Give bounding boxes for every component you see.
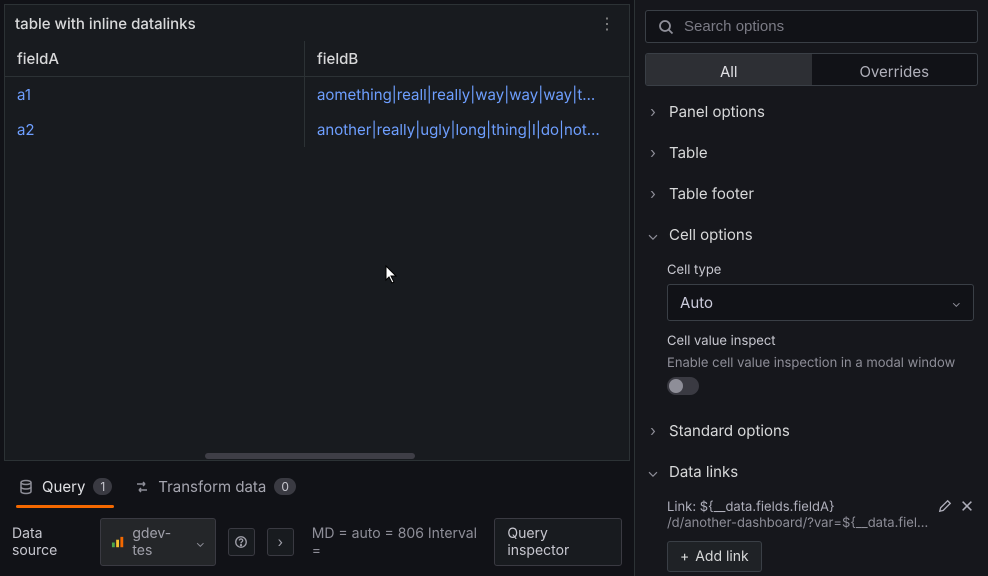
main-pane: table with inline datalinks ⋮ fieldA fie… [0,0,634,576]
help-button[interactable] [228,528,255,556]
chevron-right-icon: › [647,184,659,203]
add-link-label: Add link [695,548,748,565]
tab-transform-count: 0 [274,478,296,495]
tab-query[interactable]: Query 1 [16,471,114,506]
section-label: Standard options [669,421,790,440]
seg-all[interactable]: All [646,54,812,85]
chevron-right-icon: › [278,534,283,551]
seg-overrides[interactable]: Overrides [812,54,978,85]
cell-fieldA[interactable]: a2 [5,112,305,147]
section-standard-options[interactable]: › Standard options [645,415,978,446]
toggle-knob [669,379,683,393]
table-row: a1 aomething|reall|really|way|way|way|t… [5,77,629,112]
cursor-icon [385,265,399,285]
close-icon[interactable] [960,499,974,513]
chevron-right-icon: › [647,102,659,121]
database-icon [18,479,34,495]
cell-type-value: Auto [680,293,713,312]
horizontal-scrollbar[interactable] [5,452,629,460]
cvi-help: Enable cell value inspection in a modal … [667,355,974,371]
help-icon [234,535,248,549]
cell-fieldB[interactable]: aomething|reall|really|way|way|way|t… [305,77,629,112]
cvi-label: Cell value inspect [667,333,974,349]
column-header-fieldA[interactable]: fieldA [5,41,305,76]
tab-query-count: 1 [93,478,112,495]
cvi-toggle[interactable] [667,377,699,395]
data-link-title: Link: ${__data.fields.fieldA} [667,499,930,515]
options-pane: All Overrides › Panel options › Table › … [634,0,988,576]
table-body: a1 aomething|reall|really|way|way|way|t…… [5,77,629,460]
data-source-label: Data source [12,525,88,559]
chevron-down-icon: ⌄ [196,535,205,550]
scrollbar-thumb[interactable] [205,453,415,459]
data-link-url: /d/another-dashboard/?var=${__data.field… [667,515,930,531]
section-cell-options[interactable]: ⌄ Cell options [645,219,978,250]
tab-transform-label: Transform data [158,477,266,496]
section-panel-options[interactable]: › Panel options [645,96,978,127]
cell-fieldA[interactable]: a1 [5,77,305,112]
transform-icon [134,479,150,495]
query-footer: Data source gdev-tes ⌄ › MD = auto = 806… [0,507,634,576]
panel-header: table with inline datalinks ⋮ [5,5,629,41]
column-header-fieldB[interactable]: fieldB [305,41,629,76]
tab-query-label: Query [42,477,85,496]
chevron-right-icon: › [647,143,659,162]
tab-transform[interactable]: Transform data 0 [132,471,298,506]
add-link-button[interactable]: + Add link [667,541,762,572]
data-source-picker[interactable]: gdev-tes ⌄ [100,518,216,566]
section-cell-options-body: Cell type Auto ⌄ Cell value inspect Enab… [645,260,978,399]
section-data-links[interactable]: ⌄ Data links [645,456,978,487]
search-input[interactable] [684,18,965,35]
cell-type-label: Cell type [667,262,974,278]
table-header: fieldA fieldB [5,41,629,77]
panel: table with inline datalinks ⋮ fieldA fie… [4,4,630,461]
chevron-down-icon: ⌄ [647,225,659,244]
bottom-tabs: Query 1 Transform data 0 [0,461,634,507]
data-link-row: Link: ${__data.fields.fieldA} /d/another… [667,499,974,531]
data-link-text[interactable]: Link: ${__data.fields.fieldA} /d/another… [667,499,930,531]
panel-title: table with inline datalinks [15,14,196,33]
chevron-right-icon: › [647,421,659,440]
search-icon [658,19,674,35]
plus-icon: + [680,548,689,565]
data-source-value: gdev-tes [132,525,187,559]
section-table[interactable]: › Table [645,137,978,168]
section-label: Data links [669,462,738,481]
chevron-down-icon: ⌄ [952,295,961,310]
chevron-down-icon: ⌄ [647,462,659,481]
query-inspector-button[interactable]: Query inspector [494,518,622,566]
section-label: Panel options [669,102,765,121]
expand-button[interactable]: › [267,528,294,556]
options-segmented: All Overrides [645,53,978,86]
query-meta: MD = auto = 806 Interval = [312,525,483,559]
section-label: Table [669,143,708,162]
section-table-footer[interactable]: › Table footer [645,178,978,209]
section-label: Table footer [669,184,754,203]
data-source-logo-icon [111,535,124,549]
section-data-links-body: Link: ${__data.fields.fieldA} /d/another… [645,497,978,576]
cell-type-select[interactable]: Auto ⌄ [667,284,974,321]
cell-fieldB[interactable]: another|really|ugly|long|thing|I|do|not… [305,112,629,147]
edit-icon[interactable] [938,499,952,513]
search-options[interactable] [645,10,978,43]
panel-menu-icon[interactable]: ⋮ [595,11,619,35]
table-row: a2 another|really|ugly|long|thing|I|do|n… [5,112,629,147]
section-label: Cell options [669,225,753,244]
